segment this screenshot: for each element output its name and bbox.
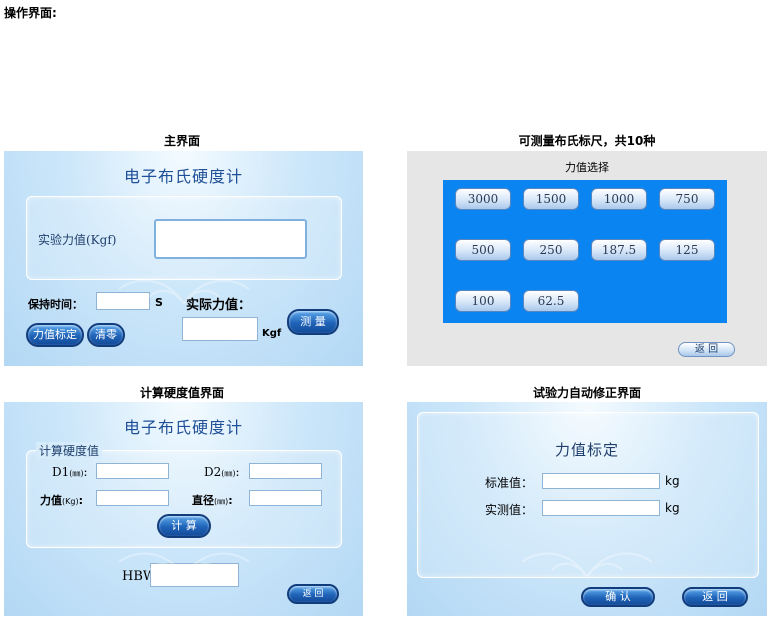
d2-input[interactable]: [249, 463, 322, 479]
test-force-display: [154, 219, 307, 259]
actual-force-unit: Kgf: [262, 328, 282, 339]
force-option-3000[interactable]: 3000: [455, 188, 511, 210]
caption-calib: 试验力自动修正界面: [532, 386, 641, 400]
caption-main: 主界面: [163, 134, 200, 148]
diameter-label: 直径(㎜):: [192, 494, 233, 507]
force-option-125[interactable]: 125: [659, 239, 715, 261]
force-options-area: 3000 1500 1000 750 500 250 187.5 125 100…: [443, 180, 727, 323]
calc-panel-title: 电子布氏硬度计: [123, 418, 243, 437]
ornament-icon: [117, 552, 250, 578]
d1-input[interactable]: [96, 463, 169, 479]
ruler-back-button[interactable]: 返 回: [678, 342, 735, 357]
actual-force-display: [182, 317, 258, 341]
meas-value-label: 实测值：: [485, 503, 534, 517]
calc-panel: 电子布氏硬度计 计算硬度值 D1(㎜): D2(㎜): 力值(Kg): 直径(㎜…: [4, 402, 363, 616]
force-option-1000[interactable]: 1000: [591, 188, 647, 210]
confirm-button[interactable]: 确 认: [581, 587, 655, 607]
ruler-panel: 力值选择 3000 1500 1000 750 500 250 187.5 12…: [407, 151, 767, 366]
caption-calc: 计算硬度值界面: [139, 386, 224, 400]
calibrate-button[interactable]: 力值标定: [26, 323, 84, 347]
calc-back-button[interactable]: 返 回: [287, 584, 339, 604]
calib-back-button[interactable]: 返 回: [682, 587, 748, 607]
meas-value-input[interactable]: [542, 500, 660, 516]
diameter-input[interactable]: [249, 490, 322, 506]
force-option-500[interactable]: 500: [455, 239, 511, 261]
ornament-icon: [117, 279, 250, 305]
force-select-heading: 力值选择: [565, 161, 609, 174]
calc-button[interactable]: 计 算: [157, 514, 211, 538]
test-force-label: 实验力值(Kgf): [38, 233, 117, 247]
force-option-100[interactable]: 100: [455, 290, 511, 312]
force-option-187-5[interactable]: 187.5: [591, 239, 647, 261]
clear-button[interactable]: 清零: [87, 323, 125, 347]
force-option-750[interactable]: 750: [659, 188, 715, 210]
calib-panel: 力值标定 标准值： kg 实测值： kg 确 认 返 回: [407, 402, 767, 616]
calc-group-label: 计算硬度值: [36, 442, 103, 459]
calib-title: 力值标定: [554, 441, 619, 459]
page-title: 操作界面:: [4, 6, 57, 20]
force-label: 力值(Kg):: [40, 494, 83, 507]
hold-time-label: 保持时间：: [28, 298, 83, 311]
std-value-input[interactable]: [542, 473, 660, 489]
d1-label: D1(㎜):: [52, 465, 88, 479]
main-panel: 电子布氏硬度计 实验力值(Kgf) 保持时间： S 实际力值： Kgf 力值标定…: [4, 151, 363, 366]
std-value-label: 标准值：: [485, 476, 534, 490]
force-option-62-5[interactable]: 62.5: [523, 290, 579, 312]
force-option-250[interactable]: 250: [523, 239, 579, 261]
meas-value-unit: kg: [665, 501, 680, 515]
measure-button[interactable]: 测 量: [287, 309, 339, 335]
caption-ruler: 可测量布氏标尺，共10种: [518, 134, 656, 148]
std-value-unit: kg: [665, 474, 680, 488]
force-input[interactable]: [96, 490, 169, 506]
force-option-1500[interactable]: 1500: [523, 188, 579, 210]
ornament-icon: [521, 552, 653, 578]
d2-label: D2(㎜):: [204, 465, 240, 479]
main-panel-title: 电子布氏硬度计: [123, 167, 243, 186]
